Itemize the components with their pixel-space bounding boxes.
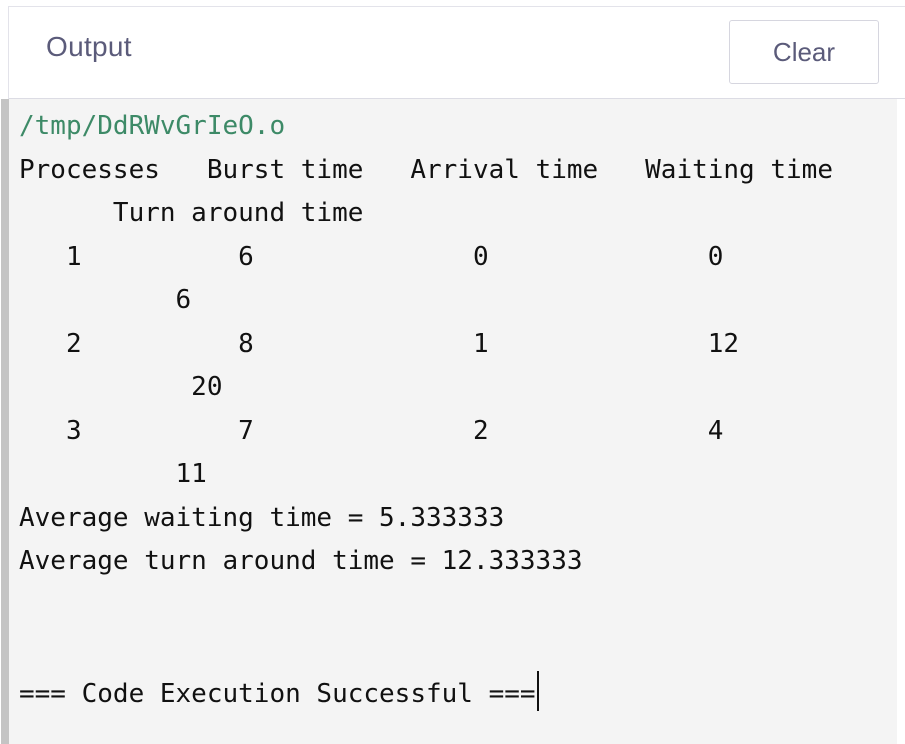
- console-line-process-2: 2 8 1 12: [19, 328, 740, 359]
- console-line-header-cont: Turn around time: [19, 198, 364, 228]
- console-line-process-1-tat: 6: [19, 285, 192, 315]
- console-line-process-1: 1 6 0 0: [19, 241, 724, 272]
- console-line-success: === Code Execution Successful ===: [19, 670, 833, 715]
- output-title: Output: [46, 31, 132, 62]
- console-line-process-3: 3 7 2 4: [19, 415, 724, 446]
- success-message: === Code Execution Successful ===: [19, 678, 536, 709]
- output-path: /tmp/DdRWvGrIeO.o: [19, 111, 286, 141]
- console-line-avg-waiting: Average waiting time = 5.333333: [19, 502, 505, 533]
- text-cursor: [536, 670, 539, 711]
- output-panel: Output Clear /tmp/DdRWvGrIeO.o Processes …: [1, 6, 905, 744]
- console-line-blank: [19, 584, 833, 628]
- console-line-blank: [19, 627, 833, 671]
- console-output: /tmp/DdRWvGrIeO.o Processes Burst time Ar…: [19, 105, 833, 714]
- console-line-header: Processes Burst time Arrival time Waitin…: [19, 154, 833, 185]
- console-line-process-2-tat: 20: [19, 372, 223, 402]
- console-line-process-3-tat: 11: [19, 459, 207, 489]
- console-line-avg-turnaround: Average turn around time = 12.333333: [19, 546, 583, 576]
- output-header: Output Clear: [9, 7, 905, 99]
- clear-button[interactable]: Clear: [729, 20, 879, 84]
- output-console[interactable]: /tmp/DdRWvGrIeO.o Processes Burst time Ar…: [1, 99, 897, 744]
